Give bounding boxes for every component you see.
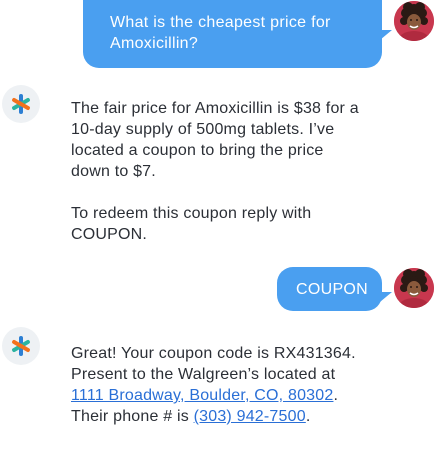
user-avatar[interactable] bbox=[394, 268, 434, 308]
bot-message: The fair price for Amoxicillin is $38 fo… bbox=[71, 98, 361, 245]
user-message-text: COUPON bbox=[296, 281, 369, 298]
user-message-text: What is the cheapest price for Amoxicill… bbox=[110, 14, 331, 52]
bubble-tail bbox=[380, 30, 392, 40]
user-message-bubble: What is the cheapest price for Amoxicill… bbox=[83, 0, 392, 68]
message-text: . bbox=[305, 408, 311, 425]
phone-link[interactable]: (303) 942-7500 bbox=[194, 408, 306, 425]
bot-avatar bbox=[2, 327, 40, 365]
address-link[interactable]: 1111 Broadway, Boulder, CO, 80302 bbox=[71, 387, 333, 404]
user-avatar-icon bbox=[394, 1, 434, 41]
bubble-tail bbox=[380, 292, 392, 302]
bot-message-paragraph: To redeem this coupon reply with COUPON. bbox=[71, 205, 312, 243]
user-avatar[interactable] bbox=[394, 1, 434, 41]
user-avatar-icon bbox=[394, 268, 434, 308]
bot-message-paragraph: Great! Your coupon code is RX431364. Pre… bbox=[71, 343, 361, 427]
message-text: Great! Your coupon code is RX431364. Pre… bbox=[71, 345, 356, 383]
bot-message-paragraph: The fair price for Amoxicillin is $38 fo… bbox=[71, 100, 359, 180]
asterisk-logo-icon bbox=[12, 94, 30, 114]
bot-message: Great! Your coupon code is RX431364. Pre… bbox=[71, 343, 361, 427]
asterisk-logo-icon bbox=[12, 336, 30, 356]
user-message-bubble: COUPON bbox=[277, 267, 392, 311]
bot-avatar bbox=[2, 85, 40, 123]
